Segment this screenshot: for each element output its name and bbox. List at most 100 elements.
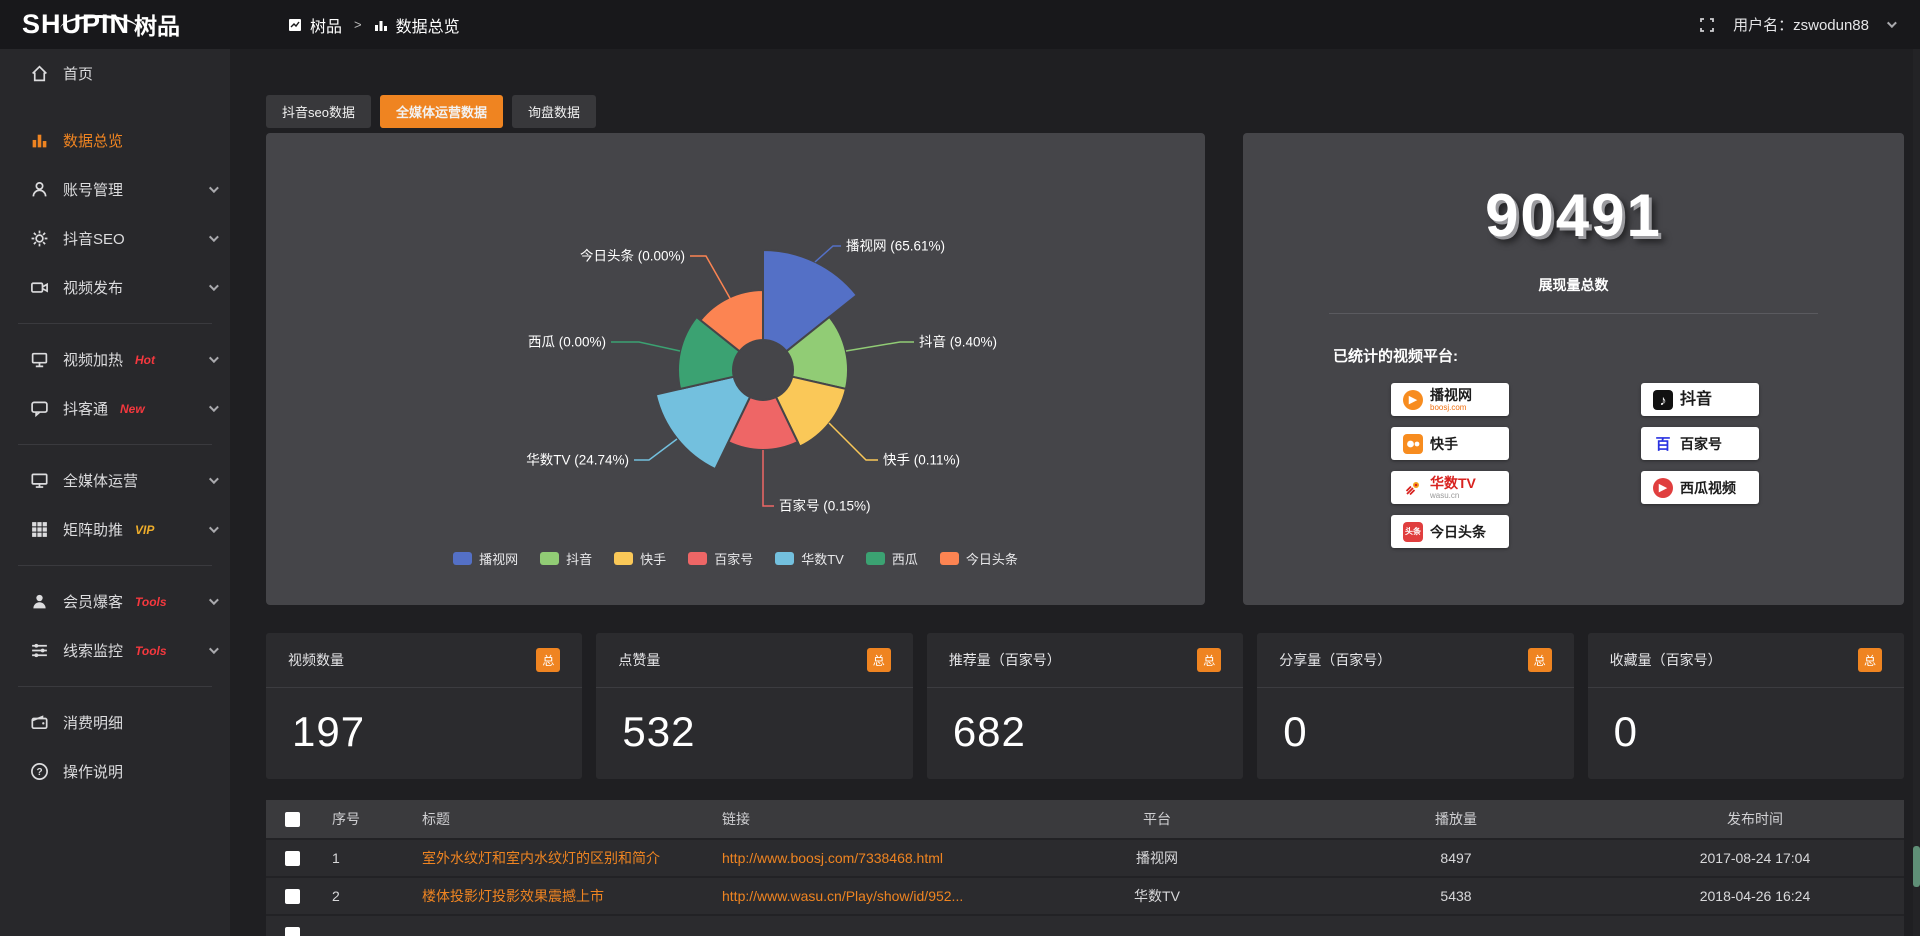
fullscreen-icon[interactable] — [1699, 17, 1715, 33]
chevron-down-icon — [209, 523, 219, 533]
username-label: 用户名： — [1733, 17, 1793, 34]
platform-name: 今日头条 — [1430, 525, 1486, 539]
label-leader-line — [763, 450, 774, 506]
sidebar-item-home[interactable]: 首页 — [0, 49, 230, 98]
sidebar-item-label: 首页 — [63, 63, 93, 84]
videos-table: 序号 标题 链接 平台 播放量 发布时间 1 室外水纹灯和室内水纹灯的区别和简介… — [266, 800, 1904, 936]
platform-name: 华数TV — [1430, 476, 1476, 490]
tv-icon — [30, 350, 49, 369]
sidebar-item-video-heating[interactable]: 视频加热 Hot — [0, 335, 230, 384]
tools-badge: Tools — [135, 644, 167, 658]
sidebar-item-consumption-detail[interactable]: 消费明细 — [0, 698, 230, 747]
sidebar-item-matrix-boost[interactable]: 矩阵助推 VIP — [0, 505, 230, 554]
legend-item-华数TV[interactable]: 华数TV — [775, 549, 844, 568]
stat-card-favorites: 收藏量（百家号）总 0 — [1588, 633, 1904, 779]
cell-views: 5438 — [1306, 888, 1606, 904]
logo-text-cn: 树品 — [134, 14, 180, 38]
chat-bubble-icon — [30, 399, 49, 418]
wasu-logo-icon — [1403, 478, 1423, 498]
column-header-platform: 平台 — [1008, 809, 1306, 829]
label-leader-line — [634, 439, 677, 460]
sidebar-item-account-management[interactable]: 账号管理 — [0, 165, 230, 214]
stat-card-recommendations: 推荐量（百家号）总 682 — [927, 633, 1243, 779]
row-checkbox[interactable] — [285, 889, 300, 904]
table-row[interactable] — [266, 916, 1904, 936]
cell-num: 1 — [318, 850, 408, 866]
legend-item-西瓜[interactable]: 西瓜 — [866, 549, 918, 568]
username[interactable]: 用户名：zswodun88 — [1733, 14, 1869, 35]
douyin-note-icon: ♪ — [1653, 390, 1673, 410]
rose-slice-华数TV[interactable] — [656, 377, 750, 469]
chevron-down-icon — [209, 183, 219, 193]
slice-label: 今日头条 (0.00%) — [580, 248, 685, 264]
cell-num: 2 — [318, 888, 408, 904]
slice-label: 西瓜 (0.00%) — [528, 335, 606, 350]
tab-douyin-seo-data[interactable]: 抖音seo数据 — [266, 95, 371, 128]
tab-inquiry-data[interactable]: 询盘数据 — [512, 95, 596, 128]
cell-url-link[interactable]: http://www.wasu.cn/Play/show/id/952... — [708, 888, 1008, 904]
legend-item-今日头条[interactable]: 今日头条 — [940, 549, 1018, 568]
label-leader-line — [611, 342, 680, 351]
sidebar-item-label: 账号管理 — [63, 179, 123, 200]
slice-label: 抖音 (9.40%) — [919, 334, 997, 350]
sidebar-item-operation-guide[interactable]: ? 操作说明 — [0, 747, 230, 796]
legend-label: 西瓜 — [892, 549, 918, 568]
sidebar-item-label: 视频加热 — [63, 349, 123, 370]
sidebar-item-data-overview[interactable]: 数据总览 — [0, 116, 230, 165]
scrollbar-thumb[interactable] — [1913, 846, 1920, 887]
sidebar-item-douyin-seo[interactable]: 抖音SEO — [0, 214, 230, 263]
cell-url-link[interactable]: http://www.boosj.com/7338468.html — [708, 850, 1008, 866]
sidebar-item-label: 数据总览 — [63, 130, 123, 151]
vip-badge: VIP — [135, 523, 154, 537]
stat-card-likes: 点赞量总 532 — [596, 633, 912, 779]
platform-name: 抖音 — [1680, 392, 1712, 408]
sidebar-item-lead-monitor[interactable]: 线索监控 Tools — [0, 626, 230, 675]
stat-label: 推荐量（百家号） — [949, 650, 1061, 670]
platform-badge-boosj: ▶ 播视网boosj.com — [1391, 383, 1509, 416]
sidebar-item-doukertong[interactable]: 抖客通 New — [0, 384, 230, 433]
chevron-down-icon — [209, 474, 219, 484]
legend-item-抖音[interactable]: 抖音 — [540, 549, 592, 568]
table-row[interactable]: 2 楼体投影灯投影效果震撼上市 http://www.wasu.cn/Play/… — [266, 878, 1904, 916]
sidebar-item-label: 抖客通 — [63, 398, 108, 419]
row-checkbox[interactable] — [285, 927, 300, 936]
legend-item-百家号[interactable]: 百家号 — [688, 549, 753, 568]
breadcrumb-root[interactable]: 树品 — [310, 13, 342, 37]
legend-item-播视网[interactable]: 播视网 — [453, 549, 518, 568]
sidebar-item-omnimedia-operation[interactable]: 全媒体运营 — [0, 456, 230, 505]
table-header-row: 序号 标题 链接 平台 播放量 发布时间 — [266, 800, 1904, 840]
toutiao-logo-icon: 头条 — [1403, 522, 1423, 542]
question-circle-icon: ? — [30, 762, 49, 781]
legend-item-快手[interactable]: 快手 — [614, 549, 666, 568]
platform-badge-douyin: ♪ 抖音 — [1641, 383, 1759, 416]
platform-share-chart-panel: 播视网 (65.61%)抖音 (9.40%)快手 (0.11%)百家号 (0.1… — [266, 133, 1205, 605]
platform-badge-baijiahao: 百 百家号 — [1641, 427, 1759, 460]
stat-label: 视频数量 — [288, 650, 344, 670]
legend-swatch — [775, 552, 794, 565]
sidebar-item-video-publish[interactable]: 视频发布 — [0, 263, 230, 312]
column-header-time: 发布时间 — [1606, 809, 1904, 829]
tab-omnimedia-operation-data[interactable]: 全媒体运营数据 — [380, 95, 503, 128]
cell-title-link[interactable]: 室外水纹灯和室内水纹灯的区别和简介 — [408, 848, 708, 868]
topbar: SHUPIN 树品 树品 > 数据总览 用户名：zswodun88 — [0, 0, 1920, 49]
stat-label: 点赞量 — [618, 650, 660, 670]
cell-title-link[interactable]: 楼体投影灯投影效果震撼上市 — [408, 886, 708, 906]
select-all-checkbox[interactable] — [285, 812, 300, 827]
stat-value: 0 — [1588, 688, 1904, 756]
stat-label: 分享量（百家号） — [1279, 650, 1391, 670]
chevron-down-icon — [209, 232, 219, 242]
row-checkbox[interactable] — [285, 851, 300, 866]
cell-views: 8497 — [1306, 850, 1606, 866]
platform-name: 播视网 — [1430, 388, 1472, 402]
sidebar-item-member-baoke[interactable]: 会员爆客 Tools — [0, 577, 230, 626]
sidebar-item-label: 抖音SEO — [63, 228, 125, 249]
stat-label: 收藏量（百家号） — [1610, 650, 1722, 670]
app-logo: SHUPIN 树品 — [0, 11, 230, 38]
kuaishou-logo-icon — [1403, 434, 1423, 454]
column-header-link: 链接 — [708, 809, 1008, 829]
username-value: zswodun88 — [1793, 17, 1869, 34]
stat-value: 682 — [927, 688, 1243, 756]
table-row[interactable]: 1 室外水纹灯和室内水纹灯的区别和简介 http://www.boosj.com… — [266, 840, 1904, 878]
rose-pie-chart: 播视网 (65.61%)抖音 (9.40%)快手 (0.11%)百家号 (0.1… — [266, 133, 1205, 547]
new-badge: New — [120, 402, 145, 416]
